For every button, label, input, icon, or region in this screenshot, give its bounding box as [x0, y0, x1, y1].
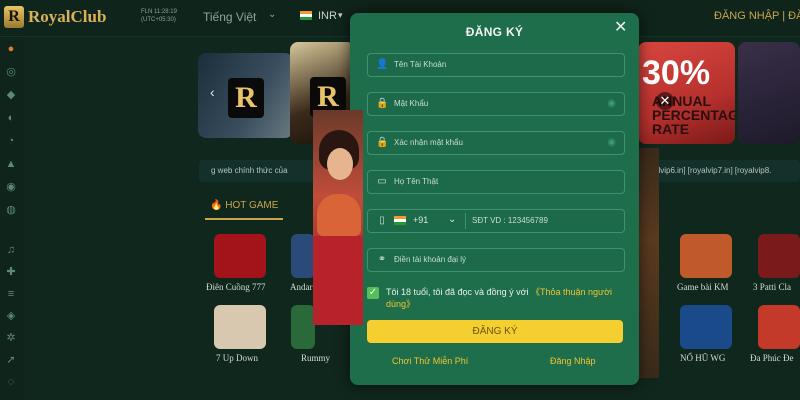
game-tile[interactable] — [214, 305, 266, 349]
phone-icon: ▯ — [379, 215, 385, 226]
character-art — [639, 148, 659, 378]
fullname-placeholder: Họ Tên Thật — [394, 177, 439, 186]
eye-icon[interactable]: ◉ — [607, 98, 616, 109]
settings-icon[interactable]: ✲ — [4, 331, 18, 345]
game-tile[interactable] — [680, 234, 732, 278]
game-name: Game bài KM — [677, 282, 729, 292]
username-field[interactable]: 👤 Tên Tài Khoản — [367, 53, 625, 77]
fish-icon[interactable]: ◐ — [4, 111, 18, 125]
logo-mark-icon: R — [4, 6, 24, 28]
close-icon[interactable]: ✕ — [614, 17, 627, 37]
try-free-link[interactable]: Chơi Thử Miễn Phí — [392, 356, 468, 366]
game-name: 7 Up Down — [216, 353, 258, 363]
character-outfit — [317, 194, 361, 236]
confirm-password-field[interactable]: 🔒 Xác nhận mật khẩu ◉ — [367, 131, 625, 155]
user-icon: 👤 — [376, 59, 389, 70]
game-name: NỔ HŨ WG — [680, 353, 726, 363]
register-modal: ĐĂNG KÝ ✕ 👤 Tên Tài Khoản 🔒 Mật Khẩu ◉ 🔒… — [350, 13, 639, 385]
game-tile[interactable] — [291, 305, 315, 349]
agree-checkbox[interactable]: ✓ — [367, 287, 379, 299]
agent-icon[interactable]: ◈ — [4, 309, 18, 323]
modal-title: ĐĂNG KÝ — [465, 25, 524, 39]
divider — [465, 213, 466, 229]
chevron-down-icon: ⌄ — [268, 9, 277, 20]
sports-icon[interactable]: ◉ — [4, 180, 18, 194]
phone-placeholder: SĐT VD : 123456789 — [472, 216, 548, 225]
chevron-down-icon: ▾ — [338, 10, 343, 20]
chevron-down-icon: ⌄ — [448, 214, 457, 225]
id-card-icon: ▭ — [377, 176, 387, 187]
lock-icon: 🔒 — [376, 137, 389, 148]
banner-slide[interactable] — [738, 42, 800, 144]
logo-text: RoyalClub — [28, 7, 107, 26]
game-tile[interactable] — [758, 234, 800, 278]
hot-game-label: HOT GAME — [225, 200, 279, 211]
game-tile[interactable] — [758, 305, 800, 349]
flame-icon[interactable]: ● — [4, 42, 18, 56]
password-placeholder: Mật Khẩu — [394, 99, 429, 108]
clock-time: FLN 11:28:19 — [141, 9, 177, 15]
controller-icon[interactable]: ◎ — [4, 65, 18, 79]
game-name: Điên Cuồng 777 — [206, 282, 266, 292]
game-name: Andar — [290, 282, 313, 292]
login-link[interactable]: Đăng Nhập — [550, 356, 596, 366]
lock-icon: 🔒 — [376, 98, 389, 109]
lottery-icon[interactable]: ◔ — [4, 134, 18, 148]
game-name: 3 Patti Cla — [753, 282, 791, 292]
phone-field[interactable]: ▯ +91 ⌄ SĐT VD : 123456789 — [367, 209, 625, 233]
promo-icon[interactable]: ♫ — [4, 243, 18, 257]
sidebar: ● ◎ ◆ ◐ ◔ ▲ ◉ ◍ ♫ ✚ ≡ ◈ ✲ ➚ ◌ — [0, 37, 24, 400]
marquee-text-right: alvip6.in] [royalvip7.in] [royalvip8. — [654, 166, 772, 175]
character-skirt — [313, 236, 363, 325]
character-art — [313, 110, 363, 325]
share-icon[interactable]: ➚ — [4, 353, 18, 367]
cards-icon[interactable]: ◆ — [4, 88, 18, 102]
promo-banner[interactable]: 30% ANNUAL PERCENTAGE RATE — [638, 42, 735, 144]
royal-badge-icon: R — [228, 78, 264, 118]
character-face — [327, 148, 353, 180]
password-field[interactable]: 🔒 Mật Khẩu ◉ — [367, 92, 625, 116]
game-tile[interactable] — [680, 305, 732, 349]
chevron-left-icon[interactable]: ‹ — [210, 84, 215, 100]
india-flag-icon — [394, 216, 406, 225]
agent-field[interactable]: ⚭ Điền tài khoản đại lý — [367, 248, 625, 272]
close-icon[interactable]: ✕ — [656, 92, 674, 110]
eye-icon[interactable]: ◉ — [607, 137, 616, 148]
cockfight-icon[interactable]: ▲ — [4, 157, 18, 171]
gift-icon[interactable]: ✚ — [4, 265, 18, 279]
agree-label: Tôi 18 tuổi, tôi đã đọc và đồng ý với 《T… — [386, 286, 626, 310]
casino-icon[interactable]: ◍ — [4, 203, 18, 217]
game-tile[interactable] — [214, 234, 266, 278]
game-tile[interactable] — [291, 234, 315, 278]
username-placeholder: Tên Tài Khoản — [394, 60, 447, 69]
game-name: Đa Phúc Đe — [750, 353, 794, 363]
confirm-password-placeholder: Xác nhận mật khẩu — [394, 138, 463, 147]
help-icon[interactable]: ◌ — [4, 375, 18, 389]
game-name: Rummy — [301, 353, 331, 363]
register-button[interactable]: ĐĂNG KÝ — [367, 320, 623, 343]
agent-placeholder: Điền tài khoản đại lý — [394, 255, 467, 264]
agree-text: Tôi 18 tuổi, tôi đã đọc và đồng ý với — [386, 287, 529, 297]
handshake-icon: ⚭ — [377, 254, 387, 265]
promo-percent: 30% — [642, 54, 711, 92]
india-flag-icon — [300, 11, 312, 20]
logo[interactable]: R RoyalClub — [4, 6, 106, 28]
fullname-field[interactable]: ▭ Họ Tên Thật — [367, 170, 625, 194]
tab-underline — [205, 218, 283, 220]
hot-game-tab[interactable]: 🔥 HOT GAME — [210, 200, 278, 211]
currency-select[interactable]: INR — [318, 10, 337, 22]
phone-code-select[interactable]: +91 — [413, 215, 428, 225]
marquee-text-left: g web chính thức của — [211, 166, 288, 175]
clock-timezone: (UTC+05:30) — [141, 17, 176, 23]
language-select[interactable]: Tiếng Việt — [203, 10, 256, 24]
clock: FLN 11:28:19 (UTC+05:30) — [141, 8, 177, 24]
vip-icon[interactable]: ≡ — [4, 287, 18, 301]
login-register-link[interactable]: ĐĂNG NHẬP | ĐĂNG KÝ — [714, 10, 800, 22]
